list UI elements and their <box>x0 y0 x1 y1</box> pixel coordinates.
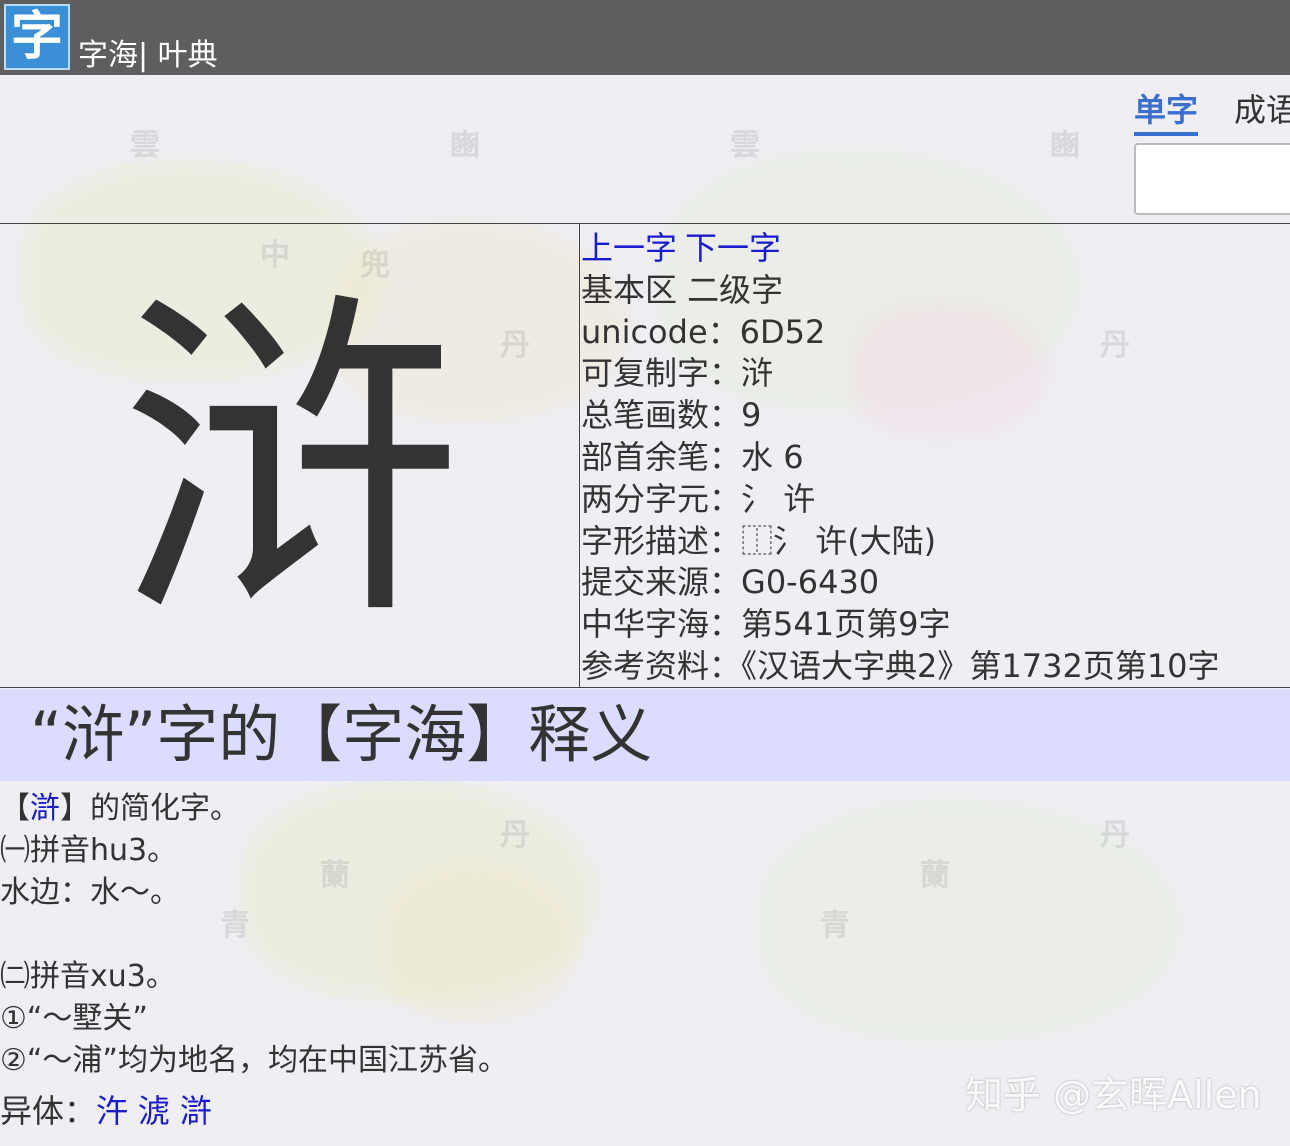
info-row-radical: 部首余笔：水 6 <box>581 437 1220 479</box>
info-label: 可复制字： <box>581 354 742 393</box>
top-bar: 字 字海| 叶典 <box>0 0 1290 75</box>
info-label: 字形描述： <box>581 521 742 560</box>
info-label: 总笔画数： <box>581 396 742 435</box>
search-input[interactable] <box>1134 143 1290 215</box>
definition-spacer <box>0 914 508 956</box>
info-label: 提交来源： <box>581 563 742 602</box>
site-logo[interactable]: 字 <box>4 4 70 70</box>
tab-single-char[interactable]: 单字 <box>1134 88 1199 136</box>
info-row-block: 基本区 二级字 <box>581 270 1220 312</box>
definition-line: ①“～墅关” <box>0 1001 148 1036</box>
site-name[interactable]: 字海| 叶典 <box>78 38 218 74</box>
definition-line: ㈡拼音xu3。 <box>0 959 176 994</box>
info-value: 6D52 <box>739 312 826 351</box>
info-label: 两分字元： <box>581 479 742 518</box>
info-value: 第541页第9字 <box>741 605 951 644</box>
variant-char-link[interactable]: 汻 <box>96 1092 128 1130</box>
info-row-strokes: 总笔画数：9 <box>581 395 1220 437</box>
info-value: 氵 许 <box>741 479 816 518</box>
info-value: ⿰氵 许(大陆) <box>741 521 937 560</box>
divider <box>579 224 580 687</box>
credit-watermark: 知乎 @玄晖Allen <box>965 1073 1262 1117</box>
info-value: 9 <box>741 396 762 435</box>
info-label: 参考资料： <box>581 646 742 685</box>
character-info-list: 上一字 下一字 基本区 二级字 unicode：6D52 可复制字：浒 总笔画数：… <box>581 228 1220 688</box>
bracket-open: 【 <box>0 791 30 826</box>
info-row-zihai: 中华字海：第541页第9字 <box>581 604 1220 646</box>
variant-char-link[interactable]: 滸 <box>180 1092 212 1130</box>
definition-heading: “浒”字的【字海】释义 <box>30 698 653 771</box>
info-value[interactable]: 浒 <box>741 354 773 392</box>
info-row-source: 提交来源：G0-6430 <box>581 562 1220 604</box>
character-info-section: 浒 上一字 下一字 基本区 二级字 unicode：6D52 可复制字：浒 总笔画… <box>0 223 1290 688</box>
definition-line: ②“～浦”均为地名，均在中国江苏省。 <box>0 1043 508 1078</box>
character-glyph: 浒 <box>120 266 460 662</box>
info-row-copyable: 可复制字：浒 <box>581 353 1220 395</box>
definition-line: ㈠拼音hu3。 <box>0 833 178 868</box>
variants-label: 异体： <box>0 1092 97 1130</box>
variant-char-link[interactable]: 淲 <box>138 1092 170 1130</box>
definition-line: 水边：水～。 <box>0 875 180 910</box>
info-label: unicode： <box>581 312 740 351</box>
variants-row: 异体：汻淲滸 <box>0 1090 222 1132</box>
info-value: 水 6 <box>741 437 804 476</box>
info-value: 《汉语大字典2》第1732页第10字 <box>741 646 1220 685</box>
info-row-ids: 字形描述：⿰氵 许(大陆) <box>581 521 1220 563</box>
info-value: G0-6430 <box>741 563 880 602</box>
info-label: 基本区 二级字 <box>581 270 784 309</box>
next-char-link[interactable]: 下一字 <box>685 229 781 267</box>
info-row-reference: 参考资料：《汉语大字典2》第1732页第10字 <box>581 646 1220 688</box>
tab-idiom[interactable]: 成语 <box>1234 88 1290 132</box>
definition-line: 【滸】的简化字。 <box>0 788 508 830</box>
info-row-unicode: unicode：6D52 <box>581 312 1220 354</box>
info-row-components: 两分字元：氵 许 <box>581 479 1220 521</box>
prev-char-link[interactable]: 上一字 <box>581 229 677 267</box>
definition-heading-band: “浒”字的【字海】释义 <box>0 689 1290 781</box>
search-tabs: 单字 成语 <box>1134 88 1290 136</box>
info-label: 中华字海： <box>581 605 742 644</box>
definition-body: 【滸】的简化字。 ㈠拼音hu3。 水边：水～。 ㈡拼音xu3。 ①“～墅关” ②… <box>0 788 508 1082</box>
traditional-char-link[interactable]: 滸 <box>30 791 60 826</box>
info-label: 部首余笔： <box>581 437 742 476</box>
char-nav: 上一字 下一字 <box>581 228 1220 270</box>
definition-text: 】的简化字。 <box>60 791 240 826</box>
